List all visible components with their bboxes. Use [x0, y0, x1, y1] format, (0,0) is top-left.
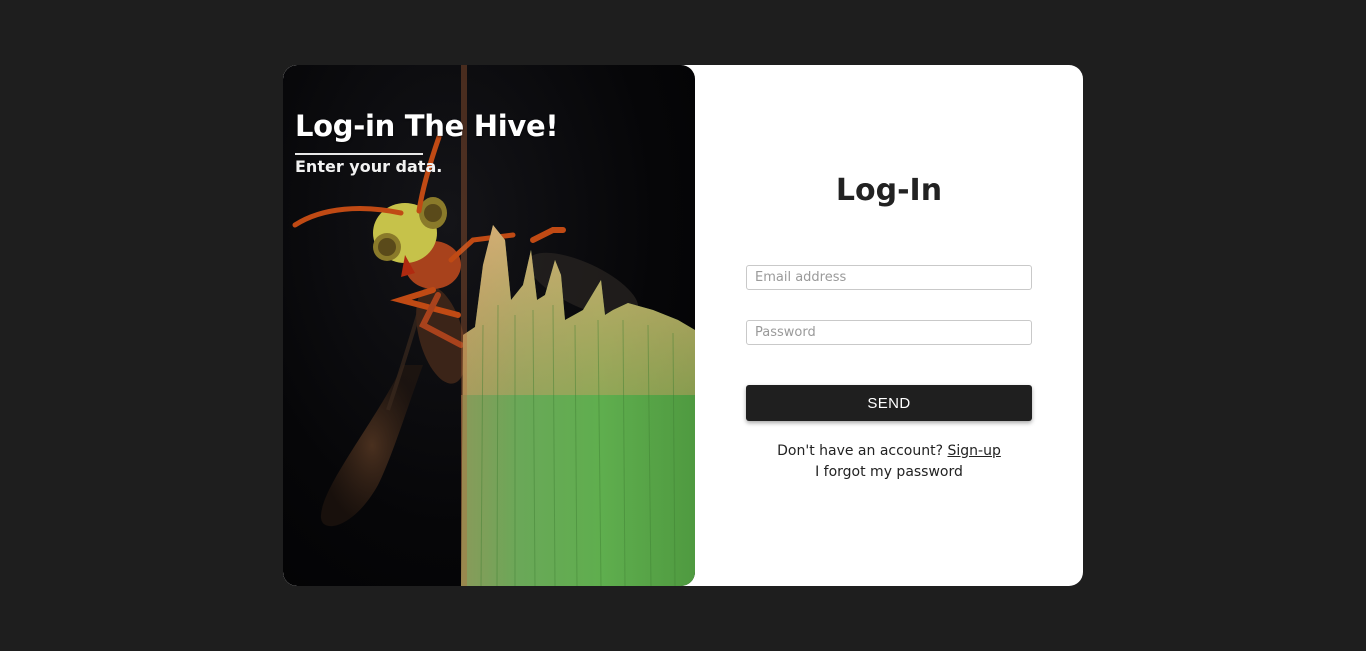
hero-title: Log-in The Hive! [295, 109, 559, 143]
email-field[interactable] [746, 265, 1032, 290]
hero-panel: Log-in The Hive! Enter your data. [283, 65, 695, 586]
login-heading: Log-In [835, 173, 943, 208]
signup-link[interactable]: Sign-up [948, 443, 1001, 459]
wasp-photo [292, 65, 695, 586]
password-field[interactable] [746, 320, 1032, 345]
forgot-password-row: I forgot my password [695, 464, 1083, 480]
signup-prompt: Don't have an account? Sign-up [695, 443, 1083, 459]
send-button[interactable]: SEND [746, 385, 1032, 421]
hero-divider [295, 153, 423, 155]
hero-subtitle: Enter your data. [295, 157, 443, 176]
forgot-password-link[interactable]: I forgot my password [815, 464, 963, 480]
no-account-text: Don't have an account? [777, 443, 944, 459]
login-card: Log-in The Hive! Enter your data. Log-In… [283, 65, 1083, 586]
